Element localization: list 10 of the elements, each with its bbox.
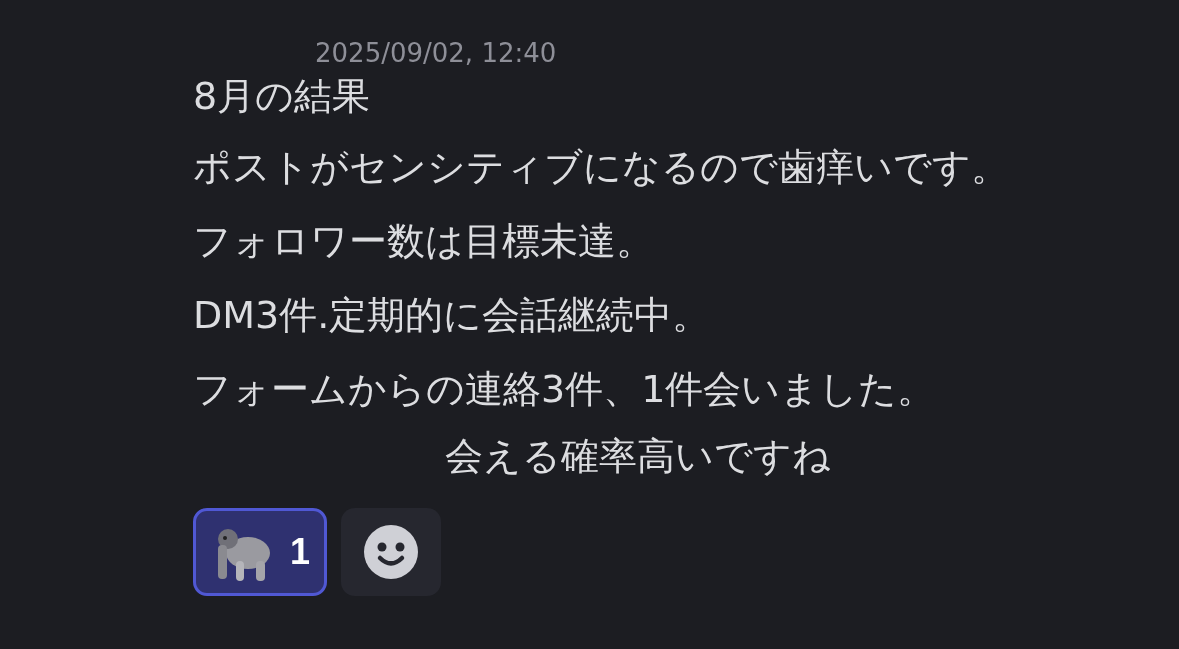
reaction-button[interactable]: 1: [193, 508, 328, 596]
add-reaction-button[interactable]: [341, 508, 442, 596]
message-line: DM3件.定期的に会話継続中。: [193, 292, 711, 339]
message-line: ポストがセンシティブになるので歯痒いです。: [193, 144, 1009, 191]
smiley-icon: [363, 524, 420, 580]
message-line: フォームからの連絡3件、1件会いました。: [193, 366, 936, 413]
message-line: フォロワー数は目標未達。: [193, 218, 654, 265]
message-line: 会える確率高いですね: [445, 433, 831, 480]
timestamp: 2025/09/02, 12:40: [315, 37, 557, 70]
message-line: 8月の結果: [193, 73, 371, 120]
